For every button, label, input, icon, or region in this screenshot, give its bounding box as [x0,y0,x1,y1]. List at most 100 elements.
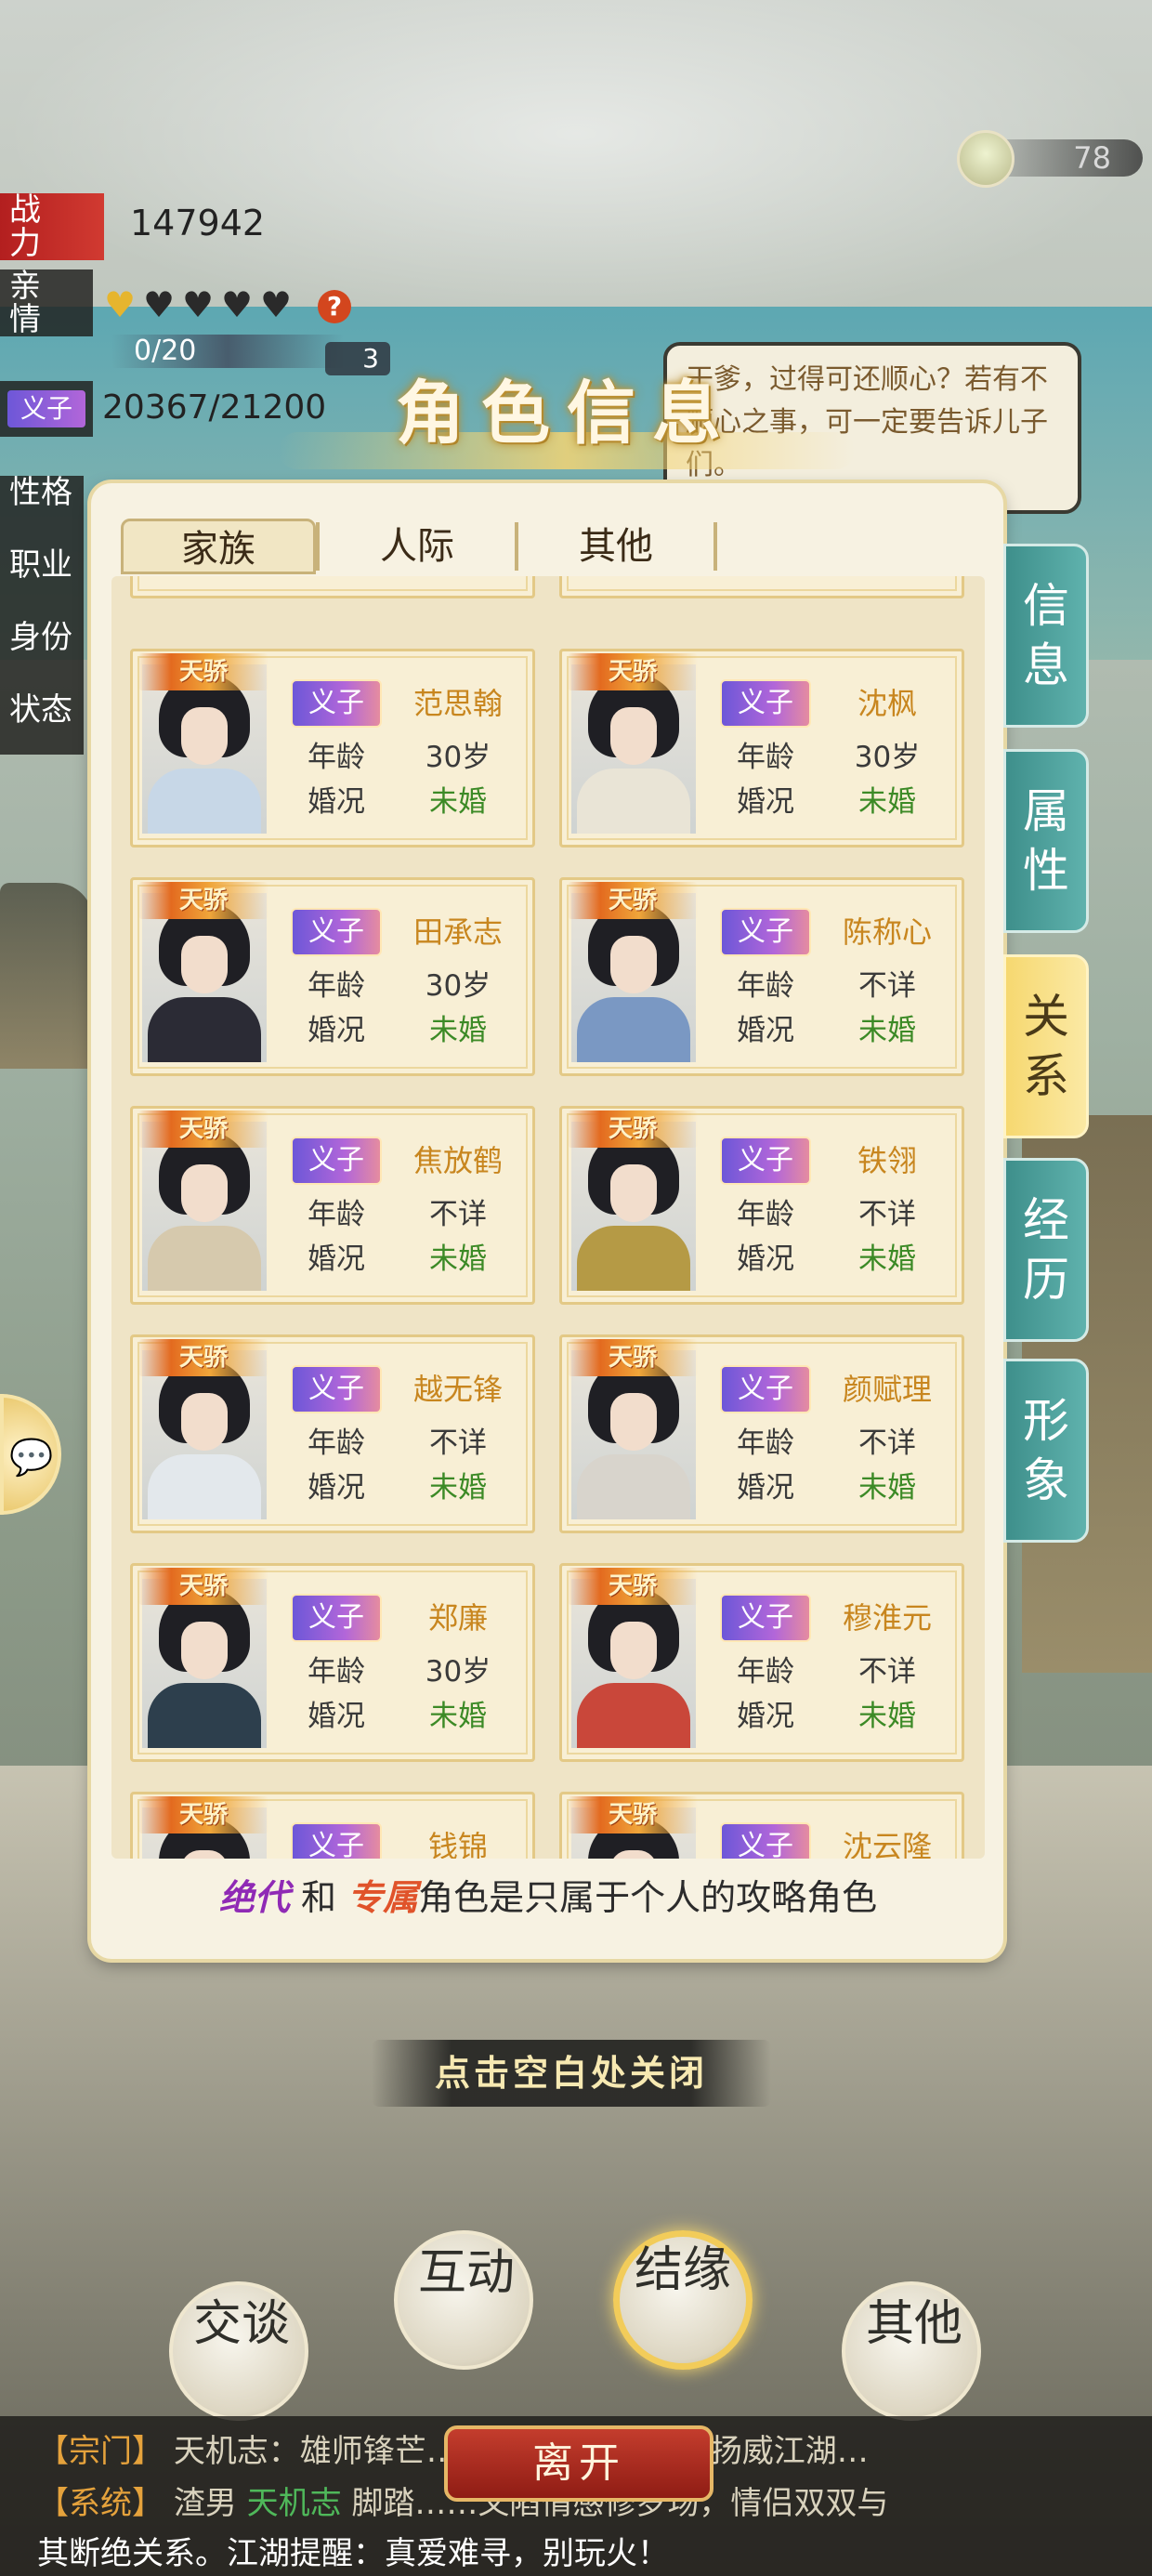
portrait-robe [148,997,261,1062]
character-card[interactable]: 天骄义子钱锦年龄婚况 [130,1792,535,1859]
role-badge: 义子 [720,1594,811,1642]
age-value: 30岁 [425,1655,491,1689]
combat-value: 147942 [130,203,266,243]
side-tab-relations[interactable]: 关 系 [1003,954,1089,1138]
character-name: 焦放鹤 [412,1143,503,1178]
tab-other[interactable]: 其他 [518,519,713,574]
tianjiao-tag: 天骄 [138,1796,268,1833]
portrait-robe [577,1683,690,1748]
interact-button[interactable]: 互动 [394,2230,533,2370]
character-card-partial[interactable] [559,576,964,598]
tab-social[interactable]: 人际 [320,519,515,574]
marriage-label: 婚况 [737,1242,794,1276]
side-tab-appearance[interactable]: 形 象 [1003,1359,1089,1543]
chat-bubble-button[interactable]: 💬 [0,1394,61,1515]
marriage-value: 未婚 [429,785,487,819]
tianjiao-tag: 天骄 [138,1568,268,1605]
side-tab-experience[interactable]: 经 历 [1003,1158,1089,1342]
tianjiao-tag: 天骄 [138,882,268,919]
marriage-label: 婚况 [737,1700,794,1733]
marriage-value: 未婚 [858,785,916,819]
age-label: 年龄 [737,1655,794,1689]
character-card-partial[interactable] [130,576,535,598]
side-tab-attributes[interactable]: 属 性 [1003,749,1089,933]
age-value: 不详 [858,969,916,1003]
other-button[interactable]: 其他 [842,2281,981,2421]
role-badge: 义子 [720,679,811,728]
age-label: 年龄 [737,1198,794,1231]
tianjiao-tag: 天骄 [568,882,698,919]
portrait-robe [148,769,261,834]
character-card[interactable]: 天骄 义子 穆淮元 年龄 不详 婚况 未婚 [559,1563,964,1762]
character-name: 陈称心 [842,914,932,950]
affection-label: 亲 情 [0,269,93,336]
marriage-label: 婚况 [308,1700,365,1733]
relation-tag-holder: 义子 [0,381,93,437]
marriage-label: 婚况 [737,1471,794,1505]
portrait-face [610,1622,657,1679]
age-value: 30岁 [425,741,491,774]
character-card[interactable]: 天骄 义子 焦放鹤 年龄 不详 婚况 未婚 [130,1106,535,1305]
portrait-robe [577,769,690,834]
marriage-label: 婚况 [737,1014,794,1047]
age-label: 年龄 [308,969,365,1003]
affection-hearts: ♥ ♥ ♥ ♥ ♥ [104,284,299,325]
age-label: 年龄 [308,1198,365,1231]
portrait-robe [148,1683,261,1748]
character-name: 钱锦 [427,1829,488,1859]
character-card[interactable]: 天骄义子沈云隆年龄婚况 [559,1792,964,1859]
portrait-face [181,936,228,993]
role-badge: 义子 [291,1365,382,1413]
character-card[interactable]: 天骄 义子 陈称心 年龄 不详 婚况 未婚 [559,877,964,1076]
marriage-label: 婚况 [737,785,794,819]
age-value: 不详 [858,1198,916,1231]
character-name: 沈云隆 [842,1829,932,1859]
help-icon[interactable]: ? [318,290,351,323]
age-label: 年龄 [737,1426,794,1460]
character-card[interactable]: 天骄 义子 越无锋 年龄 不详 婚况 未婚 [130,1334,535,1533]
chat-icon: 💬 [9,1437,54,1478]
marriage-value: 未婚 [429,1700,487,1733]
character-name: 颜赋理 [842,1372,932,1407]
character-card[interactable]: 天骄 义子 颜赋理 年龄 不详 婚况 未婚 [559,1334,964,1533]
portrait-face [610,936,657,993]
character-name: 穆淮元 [842,1600,932,1636]
tea-cup-icon[interactable] [957,130,1015,188]
marriage-label: 婚况 [308,785,365,819]
tianjiao-tag: 天骄 [568,1796,698,1833]
heart-filled-icon: ♥ [104,284,137,325]
role-badge: 义子 [291,1594,382,1642]
character-card[interactable]: 天骄 义子 沈枫 年龄 30岁 婚况 未婚 [559,649,964,848]
bond-button[interactable]: 结缘 [613,2230,753,2370]
portrait-robe [577,1226,690,1291]
background-temple-left [0,883,93,1069]
tianjiao-tag: 天骄 [568,1568,698,1605]
portrait-robe [577,1454,690,1519]
marriage-label: 婚况 [308,1014,365,1047]
character-card[interactable]: 天骄 义子 铁翎 年龄 不详 婚况 未婚 [559,1106,964,1305]
close-hint[interactable]: 点击空白处关闭 [372,2040,771,2107]
character-name: 范思翰 [412,686,503,721]
leave-button[interactable]: 离开 [444,2425,713,2502]
character-name: 田承志 [412,914,503,950]
tab-family[interactable]: 家族 [121,519,316,574]
heart-empty-icon: ♥ [260,284,293,325]
heart-empty-icon: ♥ [221,284,254,325]
tianjiao-tag: 天骄 [138,1339,268,1376]
character-card[interactable]: 天骄 义子 郑廉 年龄 30岁 婚况 未婚 [130,1563,535,1762]
character-card[interactable]: 天骄 义子 范思翰 年龄 30岁 婚况 未婚 [130,649,535,848]
character-card[interactable]: 天骄 义子 田承志 年龄 30岁 婚况 未婚 [130,877,535,1076]
heart-empty-icon: ♥ [143,284,176,325]
marriage-value: 未婚 [429,1014,487,1047]
character-name: 郑廉 [427,1600,488,1636]
side-tab-info[interactable]: 信 息 [1003,544,1089,728]
portrait-face [610,707,657,765]
tianjiao-tag: 天骄 [138,1111,268,1148]
age-value: 不详 [858,1426,916,1460]
heart-empty-icon: ♥ [182,284,215,325]
combat-label: 战 力 [0,193,104,260]
role-badge: 义子 [291,1822,382,1859]
talk-button[interactable]: 交谈 [169,2281,308,2421]
character-name: 铁翎 [857,1143,917,1178]
family-member-list[interactable]: 天骄 义子 范思翰 年龄 30岁 婚况 未婚 天骄 义子 沈枫 年龄 30岁 婚况 未婚 天骄 义子 田承志 年龄… [111,576,985,1859]
